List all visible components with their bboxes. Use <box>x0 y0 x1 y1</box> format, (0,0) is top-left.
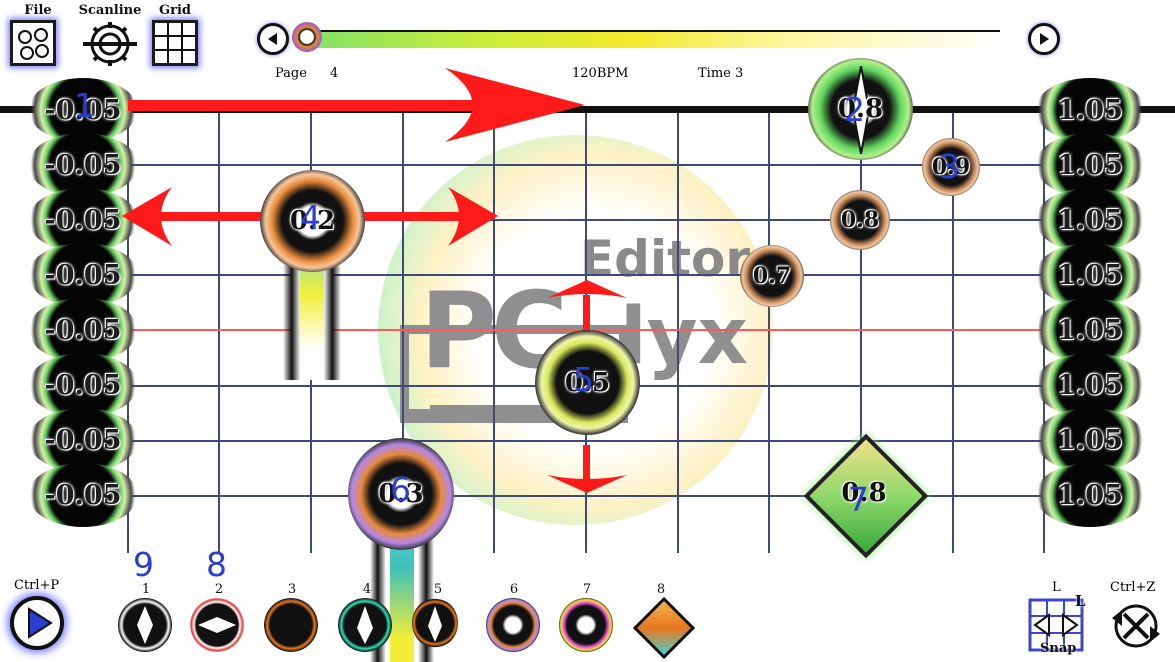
marker-4: 4 <box>300 198 321 237</box>
palette-note-type-4[interactable] <box>338 598 392 652</box>
marker-6: 6 <box>390 470 411 509</box>
arrow-up-icon <box>428 606 442 642</box>
palette-label: 3 <box>287 582 297 597</box>
snap-shortcut-label: L <box>1052 580 1061 595</box>
marker-1: 1 <box>74 86 95 125</box>
palette-note-type-6[interactable] <box>486 598 540 652</box>
arrow-shaft <box>355 212 460 221</box>
arrow-up-icon <box>357 606 373 644</box>
palette-note-type-1[interactable] <box>118 598 172 652</box>
palette-label: 2 <box>214 582 224 597</box>
marker-7: 7 <box>848 480 869 519</box>
palette-label: 7 <box>582 582 592 597</box>
double-arrow-horizontal-icon <box>198 617 236 633</box>
arrow-shaft <box>583 295 590 333</box>
note-small-0-8[interactable]: 0.8 <box>830 190 890 250</box>
note-small-0-7[interactable]: 0.7 <box>740 245 804 307</box>
play-icon <box>28 607 53 639</box>
palette-label: 8 <box>656 582 666 597</box>
marker-3: 3 <box>939 147 960 186</box>
marker-8: 8 <box>206 545 227 584</box>
undo-button[interactable] <box>1108 598 1164 654</box>
palette-note-type-7[interactable] <box>559 598 613 652</box>
palette-note-type-5[interactable] <box>412 598 458 648</box>
snap-badge: L <box>1075 592 1086 610</box>
palette-label: 5 <box>433 582 443 597</box>
palette-label: 1 <box>141 582 151 597</box>
palette-note-type-3[interactable] <box>264 598 318 652</box>
play-button[interactable] <box>10 596 64 650</box>
palette-label: 4 <box>362 582 372 597</box>
arrow-shaft <box>128 100 498 111</box>
palette-label: 6 <box>509 582 519 597</box>
snap-label: Snap <box>1040 641 1077 656</box>
marker-5: 5 <box>573 360 594 399</box>
arrow-shaft <box>583 445 590 480</box>
undo-shortcut-label: Ctrl+Z <box>1110 580 1156 595</box>
undo-x-icon <box>1112 604 1160 648</box>
arrow-shaft <box>160 212 270 221</box>
marker-2: 2 <box>844 90 865 129</box>
play-shortcut-label: Ctrl+P <box>14 578 60 593</box>
double-arrow-vertical-icon <box>137 606 153 644</box>
marker-9: 9 <box>133 545 154 584</box>
palette-note-type-2[interactable] <box>190 598 244 652</box>
